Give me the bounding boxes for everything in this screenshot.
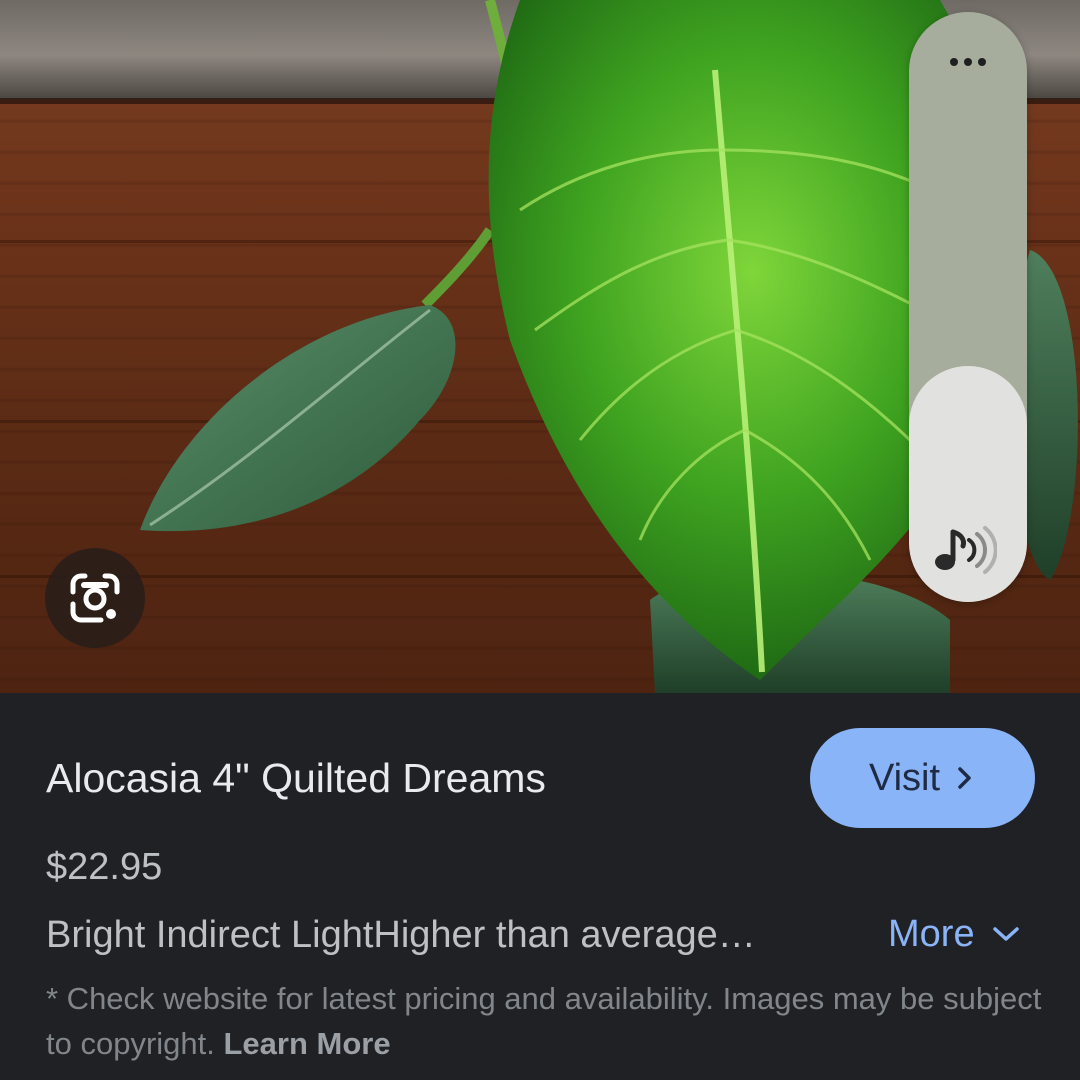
more-button[interactable]: More [888,912,1021,956]
volume-level-fill[interactable] [909,366,1027,602]
music-note-volume-icon [935,526,997,574]
visit-button-label: Visit [868,756,941,799]
more-button-label: More [888,913,975,955]
more-horizontal-icon[interactable] [909,50,1027,74]
volume-slider[interactable] [909,12,1027,602]
product-image[interactable] [0,0,1080,693]
chevron-right-icon [958,767,971,789]
disclaimer-text: * Check website for latest pricing and a… [46,981,1042,1061]
product-price: $22.95 [46,846,163,888]
lens-button[interactable] [45,548,145,648]
learn-more-link[interactable]: Learn More [224,1026,391,1061]
product-description: Bright Indirect LightHigher than average… [46,914,756,956]
product-title: Alocasia 4" Quilted Dreams [46,755,546,801]
visit-button[interactable]: Visit [810,728,1035,828]
google-lens-icon [70,573,120,623]
chevron-down-icon [992,927,1019,941]
disclaimer: * Check website for latest pricing and a… [46,976,1046,1066]
